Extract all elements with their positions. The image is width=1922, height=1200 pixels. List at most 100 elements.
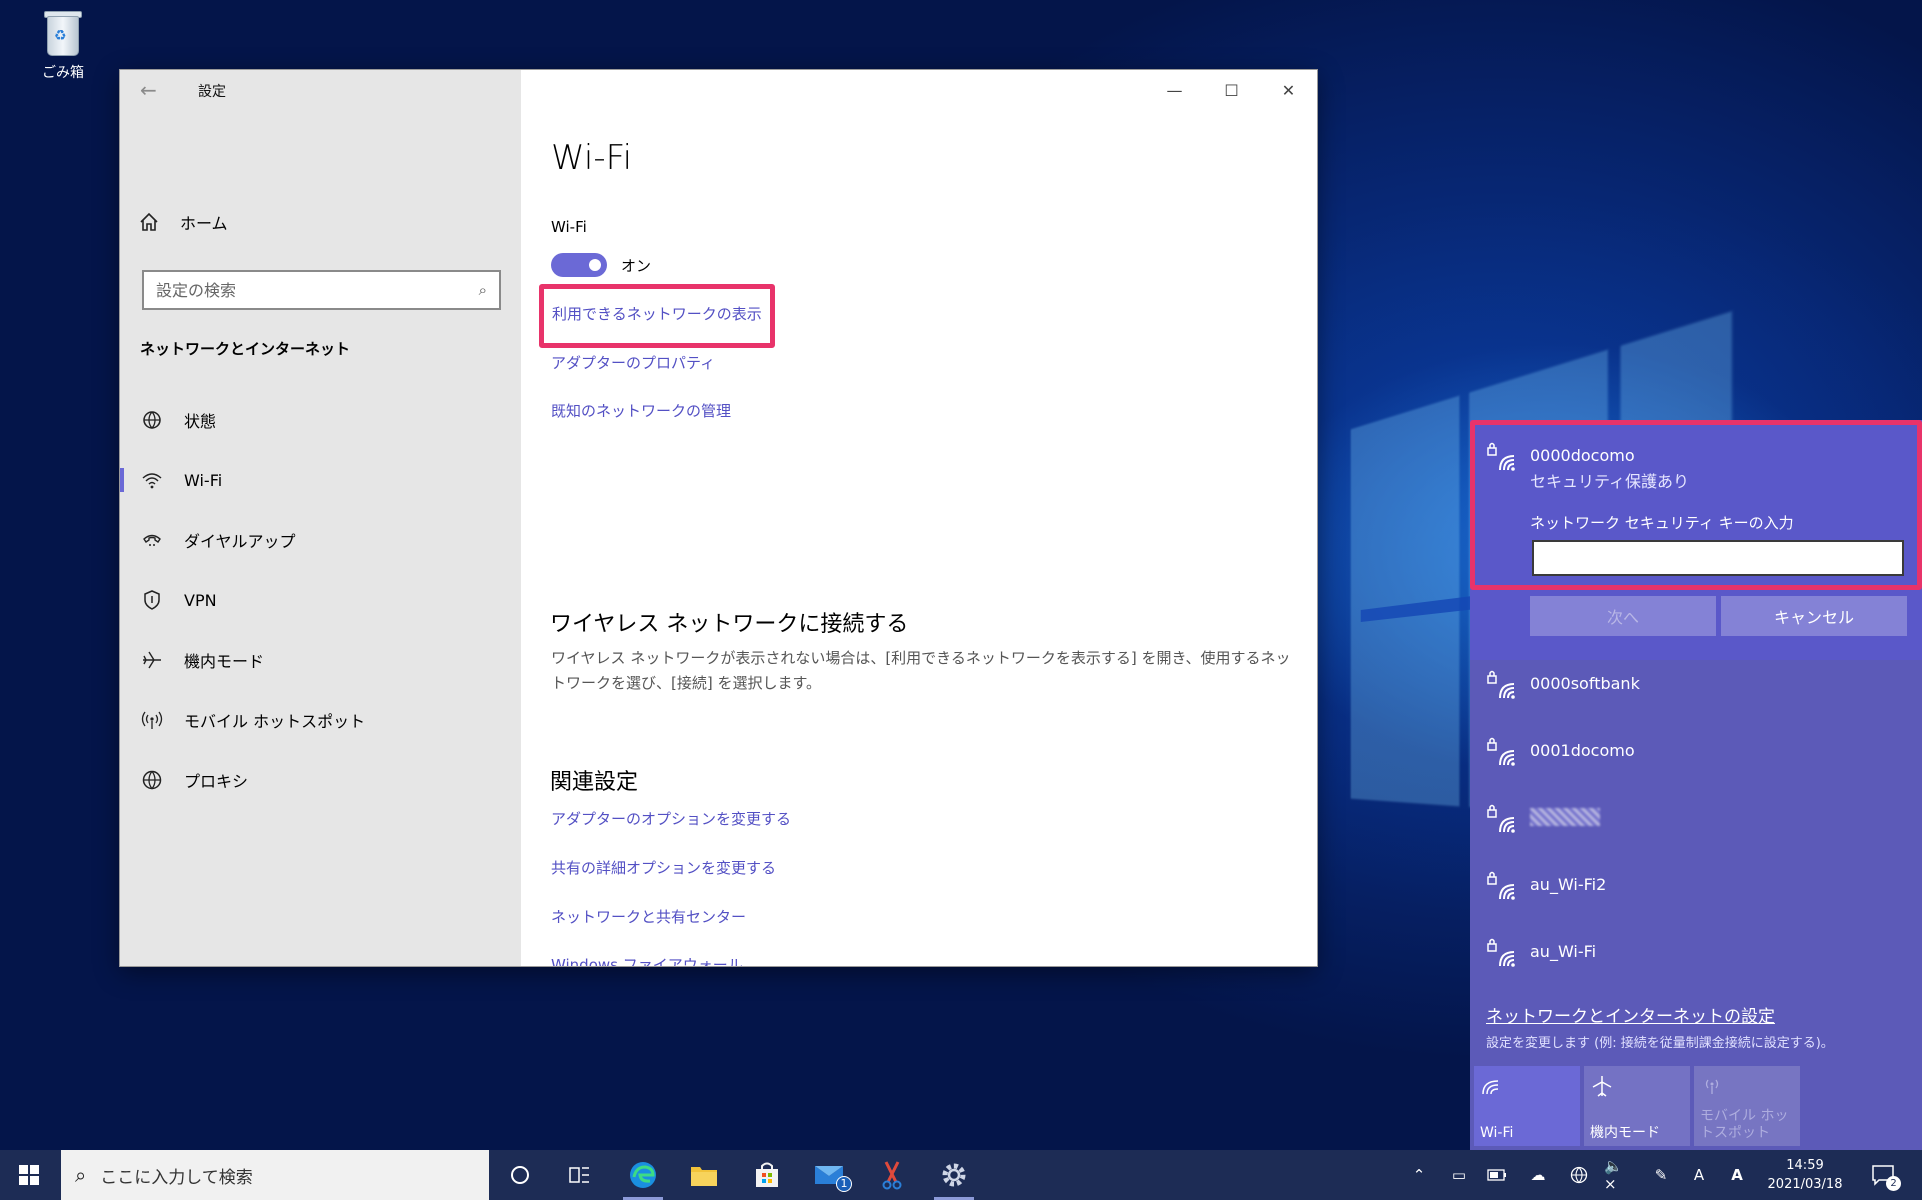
wifi-toggle[interactable] — [551, 253, 607, 277]
secured-wifi-icon — [1486, 668, 1520, 702]
settings-content: — ☐ ✕ Wi-Fi Wi-Fi オン 利用できるネットワークの表示 アダプタ… — [521, 70, 1317, 966]
pen-icon[interactable]: ✎ — [1648, 1150, 1674, 1200]
wifi-toggle-row: オン — [551, 253, 651, 277]
sidebar-item-status[interactable]: 状態 — [120, 390, 521, 450]
network-list-item[interactable]: 0000softbank — [1470, 652, 1922, 718]
sidebar-item-label: 状態 — [184, 408, 216, 432]
sidebar-item-wifi[interactable]: Wi-Fi — [120, 450, 521, 510]
connect-description: ワイヤレス ネットワークが表示されない場合は、[利用できるネットワークを表示する… — [551, 646, 1301, 696]
settings-sidebar: ← 設定 ホーム ⌕ ネットワークとインターネット 状態 Wi-Fi ダイヤルア… — [120, 70, 521, 966]
minimize-icon[interactable]: — — [1146, 70, 1203, 110]
notification-count: 2 — [1886, 1176, 1901, 1191]
hotspot-icon — [140, 708, 164, 732]
show-networks-highlight: 利用できるネットワークの表示 — [539, 284, 775, 348]
window-controls: — ☐ ✕ — [1146, 70, 1317, 110]
folder-icon — [689, 1162, 719, 1188]
recycle-bin-icon: ♻ — [41, 8, 85, 58]
home-icon — [138, 211, 160, 233]
wifi-quick-tile[interactable]: Wi-Fi — [1474, 1066, 1580, 1146]
sidebar-nav: 状態 Wi-Fi ダイヤルアップ VPN 機内モード モバイル ホットスポット — [120, 390, 521, 810]
selected-network-name: 0000docomo — [1530, 446, 1635, 465]
taskbar-search-placeholder: ここに入力して検索 — [100, 1163, 253, 1188]
related-link-sharing-options[interactable]: 共有の詳細オプションを変更する — [551, 857, 776, 878]
settings-taskbar-button[interactable] — [924, 1150, 984, 1200]
sidebar-item-dialup[interactable]: ダイヤルアップ — [120, 510, 521, 570]
network-list-item[interactable]: 0001docomo — [1470, 719, 1922, 785]
maximize-icon[interactable]: ☐ — [1203, 70, 1260, 110]
cortana-button[interactable] — [490, 1150, 550, 1200]
page-title: Wi-Fi — [551, 138, 632, 178]
sidebar-item-hotspot[interactable]: モバイル ホットスポット — [120, 690, 521, 750]
selected-network-status: セキュリティ保護あり — [1530, 468, 1689, 492]
related-link-firewall[interactable]: Windows ファイアウォール — [551, 954, 743, 966]
search-icon[interactable]: ⌕ — [479, 281, 487, 299]
taskbar-clock[interactable]: 14:59 2021/03/18 — [1760, 1156, 1850, 1194]
show-hidden-icons-chevron-icon[interactable]: ⌃ — [1406, 1150, 1432, 1200]
secured-wifi-icon — [1486, 802, 1520, 836]
globe-icon — [140, 768, 164, 792]
network-settings-link[interactable]: ネットワークとインターネットの設定 — [1486, 1002, 1775, 1027]
wifi-toggle-state: オン — [621, 255, 651, 276]
sidebar-item-proxy[interactable]: プロキシ — [120, 750, 521, 810]
snipping-tool-icon — [878, 1160, 906, 1190]
notification-center-button[interactable]: 2 — [1866, 1150, 1900, 1200]
secured-wifi-icon — [1486, 936, 1520, 970]
task-view-button[interactable] — [550, 1150, 610, 1200]
next-button[interactable]: 次へ — [1530, 596, 1716, 636]
globe-status-icon — [140, 408, 164, 432]
sidebar-item-label: ダイヤルアップ — [184, 528, 296, 552]
sidebar-item-home[interactable]: ホーム — [138, 210, 228, 234]
network-name: 0001docomo — [1530, 741, 1635, 760]
close-icon[interactable]: ✕ — [1260, 70, 1317, 110]
file-explorer-button[interactable] — [674, 1150, 734, 1200]
back-arrow-icon[interactable]: ← — [140, 78, 157, 102]
sidebar-item-label: VPN — [184, 591, 217, 610]
security-key-input[interactable] — [1532, 540, 1904, 576]
manage-known-networks-link[interactable]: 既知のネットワークの管理 — [551, 400, 731, 421]
wifi-tile-icon — [1480, 1074, 1504, 1098]
edge-browser-icon — [628, 1160, 658, 1190]
store-button[interactable] — [737, 1150, 797, 1200]
sidebar-item-vpn[interactable]: VPN — [120, 570, 521, 630]
adapter-properties-link[interactable]: アダプターのプロパティ — [551, 352, 715, 373]
sidebar-item-airplane[interactable]: 機内モード — [120, 630, 521, 690]
onedrive-cloud-icon[interactable]: ☁ — [1524, 1150, 1552, 1200]
recycle-bin-desktop-icon[interactable]: ♻ ごみ箱 — [30, 8, 96, 82]
sidebar-item-label: ホーム — [180, 210, 228, 234]
network-settings-description: 設定を変更します (例: 接続を従量制課金接続に設定する)。 — [1486, 1032, 1834, 1051]
start-button[interactable] — [0, 1150, 58, 1200]
show-available-networks-link[interactable]: 利用できるネットワークの表示 — [552, 303, 762, 324]
search-icon: ⌕ — [75, 1163, 86, 1187]
volume-muted-icon[interactable]: 🔈× — [1604, 1150, 1632, 1200]
cortana-circle-icon — [509, 1164, 531, 1186]
network-flyout: 0000docomo セキュリティ保護あり ネットワーク セキュリティ キーの入… — [1470, 420, 1922, 1150]
battery-icon[interactable] — [1484, 1150, 1510, 1200]
airplane-icon — [140, 648, 164, 672]
hotspot-quick-tile[interactable]: モバイル ホットスポット — [1694, 1066, 1800, 1146]
network-list-item[interactable]: au_Wi-Fi2 — [1470, 853, 1922, 919]
ime-mode-icon[interactable]: A — [1688, 1150, 1710, 1200]
edge-taskbar-button[interactable] — [613, 1150, 673, 1200]
network-name: 0000softbank — [1530, 674, 1640, 693]
related-link-network-center[interactable]: ネットワークと共有センター — [551, 906, 746, 927]
settings-search-box[interactable]: ⌕ — [142, 270, 501, 310]
sidebar-item-label: 機内モード — [184, 648, 264, 672]
ime-a-icon[interactable]: A — [1726, 1150, 1748, 1200]
security-key-label: ネットワーク セキュリティ キーの入力 — [1530, 512, 1794, 533]
airplane-tile-icon — [1590, 1074, 1614, 1098]
network-list-item[interactable]: au_Wi-Fi — [1470, 920, 1922, 986]
taskbar-search-box[interactable]: ⌕ ここに入力して検索 — [61, 1150, 489, 1200]
meet-now-icon[interactable]: ▭ — [1448, 1150, 1470, 1200]
sidebar-item-label: プロキシ — [184, 768, 248, 792]
mail-button[interactable]: 1 — [800, 1150, 860, 1200]
secured-wifi-icon — [1486, 735, 1520, 769]
wifi-icon — [140, 468, 164, 492]
network-globe-icon[interactable] — [1566, 1150, 1592, 1200]
settings-search-input[interactable] — [156, 281, 479, 300]
snipping-tool-button[interactable] — [862, 1150, 922, 1200]
dialup-icon — [140, 528, 164, 552]
cancel-button[interactable]: キャンセル — [1721, 596, 1907, 636]
airplane-quick-tile[interactable]: 機内モード — [1584, 1066, 1690, 1146]
related-link-adapter-options[interactable]: アダプターのオプションを変更する — [551, 808, 791, 829]
network-list-item[interactable] — [1470, 786, 1922, 852]
